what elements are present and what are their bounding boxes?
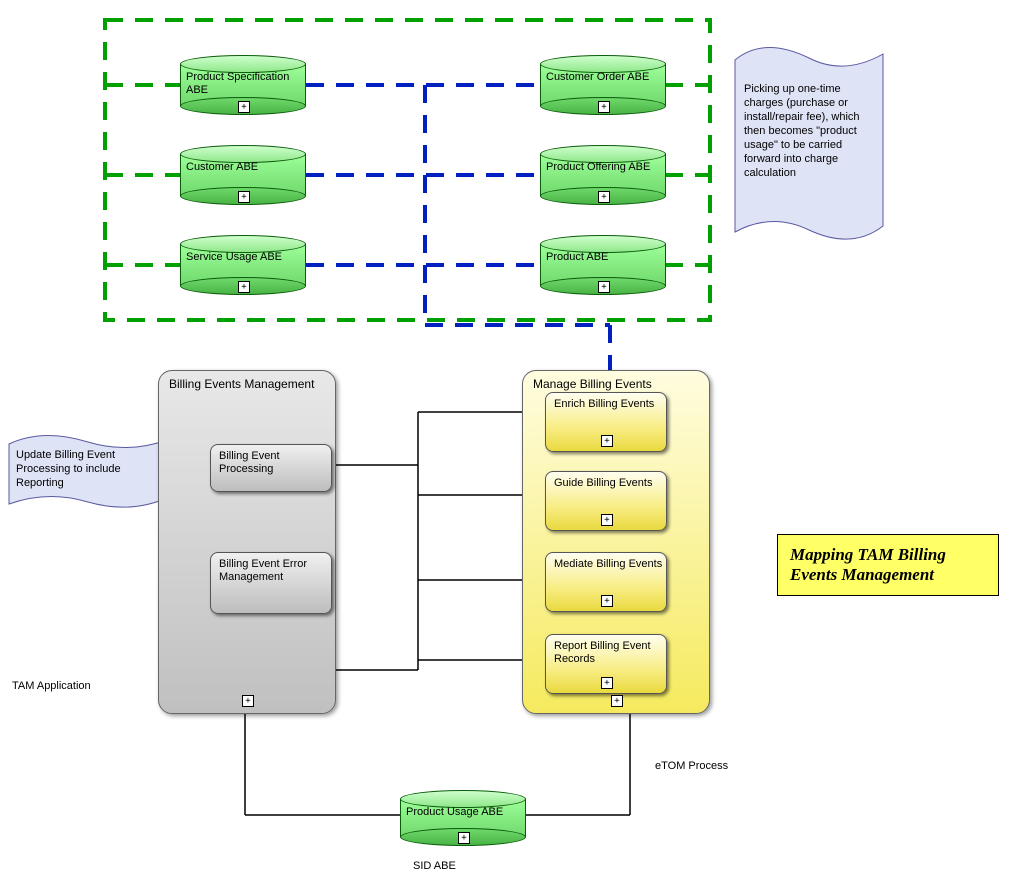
expand-icon[interactable]: + [238,281,250,293]
box-label: Billing Event Processing [219,450,331,476]
abe-label: Service Usage ABE [186,251,300,264]
box-mediate-billing-events[interactable]: Mediate Billing Events + [545,552,667,612]
box-label: Enrich Billing Events [554,398,654,411]
abe-label: Product Usage ABE [406,806,520,819]
expand-icon[interactable]: + [238,101,250,113]
diagram-title: Mapping TAM Billing Events Management [777,534,999,596]
note-text: Update Billing Event Processing to inclu… [16,448,160,490]
note-text: Picking up one-time charges (purchase or… [744,82,872,180]
abe-label: Product ABE [546,251,660,264]
box-report-billing-event-records[interactable]: Report Billing Event Records + [545,634,667,694]
box-enrich-billing-events[interactable]: Enrich Billing Events + [545,392,667,452]
expand-icon[interactable]: + [598,101,610,113]
abe-label: Product Offering ABE [546,161,660,174]
diagram-canvas: Product Specification ABE + Customer Ord… [0,0,1028,895]
abe-label: Customer ABE [186,161,300,174]
abe-product-offering: Product Offering ABE + [540,145,666,205]
container-title: Billing Events Management [169,377,314,391]
expand-icon[interactable]: + [601,595,613,607]
abe-product: Product ABE + [540,235,666,295]
note-right: Picking up one-time charges (purchase or… [734,40,884,246]
abe-label: Customer Order ABE [546,71,660,84]
label-etom-process: eTOM Process [655,760,728,772]
expand-icon[interactable]: + [611,695,623,707]
expand-icon[interactable]: + [601,435,613,447]
container-title: Manage Billing Events [533,377,652,391]
abe-customer-order: Customer Order ABE + [540,55,666,115]
abe-product-usage: Product Usage ABE + [400,790,526,846]
box-label: Report Billing Event Records [554,640,666,666]
box-billing-event-processing[interactable]: Billing Event Processing [210,444,332,492]
box-label: Guide Billing Events [554,477,652,490]
container-billing-events-management: Billing Events Management + [158,370,336,714]
expand-icon[interactable]: + [458,832,470,844]
box-billing-event-error-management[interactable]: Billing Event Error Management [210,552,332,614]
label-tam-application: TAM Application [12,680,91,692]
box-label: Mediate Billing Events [554,558,662,571]
abe-customer: Customer ABE + [180,145,306,205]
expand-icon[interactable]: + [242,695,254,707]
expand-icon[interactable]: + [601,514,613,526]
expand-icon[interactable]: + [598,191,610,203]
expand-icon[interactable]: + [601,677,613,689]
box-guide-billing-events[interactable]: Guide Billing Events + [545,471,667,531]
box-label: Billing Event Error Management [219,558,331,584]
expand-icon[interactable]: + [238,191,250,203]
label-sid-abe: SID ABE [413,860,456,872]
abe-product-specification: Product Specification ABE + [180,55,306,115]
abe-service-usage: Service Usage ABE + [180,235,306,295]
note-left: Update Billing Event Processing to inclu… [8,432,168,512]
abe-label: Product Specification ABE [186,71,300,97]
expand-icon[interactable]: + [598,281,610,293]
